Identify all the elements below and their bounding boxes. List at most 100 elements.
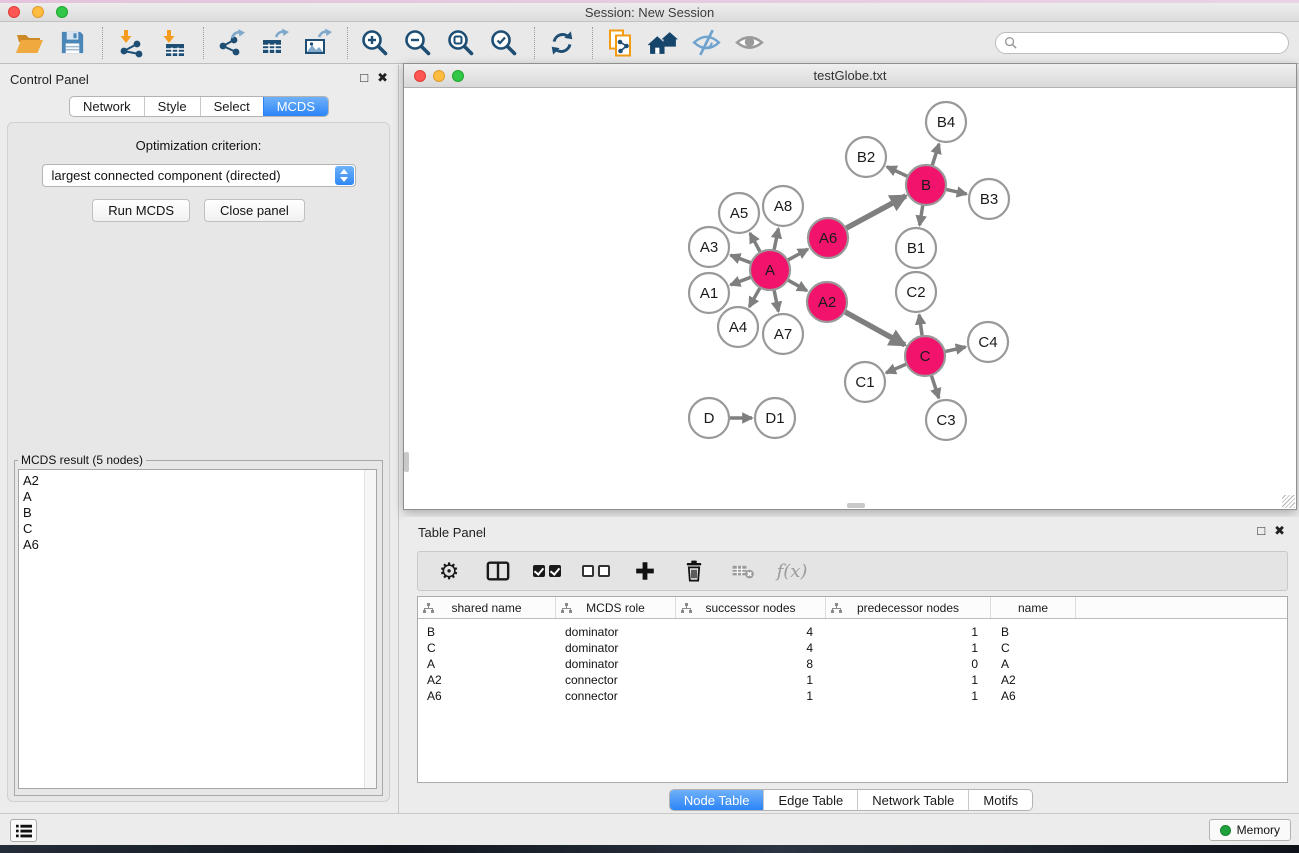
- graph-edge-C-C3[interactable]: [931, 375, 939, 398]
- session-title: Session: New Session: [0, 5, 1299, 20]
- list-scrollbar[interactable]: [364, 470, 376, 788]
- toolbar-separator: [347, 27, 348, 59]
- tab-network-table[interactable]: Network Table: [857, 790, 968, 810]
- table-cell: 0: [826, 657, 991, 671]
- mcds-result-item[interactable]: A2: [23, 473, 376, 489]
- graph-node-label: A7: [774, 326, 792, 343]
- table-row[interactable]: A2connector11A2: [418, 672, 1287, 688]
- function-builder-button[interactable]: f(x): [778, 557, 806, 585]
- mcds-result-item[interactable]: C: [23, 521, 376, 537]
- save-session-button[interactable]: [55, 26, 89, 60]
- zoom-selected-button[interactable]: [487, 26, 521, 60]
- graph-node-label: A3: [700, 239, 718, 256]
- mcds-result-item[interactable]: A: [23, 489, 376, 505]
- graph-edge-A-A1[interactable]: [731, 277, 752, 285]
- delete-column-button[interactable]: [680, 557, 708, 585]
- graph-edge-B-B3[interactable]: [946, 189, 967, 194]
- graph-edge-B-B1[interactable]: [920, 205, 923, 226]
- horizontal-scroll-thumb[interactable]: [847, 503, 865, 508]
- table-row[interactable]: Cdominator41C: [418, 640, 1287, 656]
- delete-table-button[interactable]: [729, 557, 757, 585]
- graph-edge-A-A3[interactable]: [731, 255, 752, 263]
- import-table-button[interactable]: [156, 26, 190, 60]
- zoom-fit-button[interactable]: [444, 26, 478, 60]
- search-field[interactable]: [995, 32, 1289, 54]
- zoom-out-icon: [403, 28, 433, 58]
- table-cell: dominator: [556, 625, 676, 639]
- column-header-shared-name[interactable]: shared name: [418, 597, 556, 618]
- vertical-scroll-thumb[interactable]: [404, 452, 409, 472]
- close-panel-button[interactable]: Close panel: [204, 199, 305, 222]
- tab-network[interactable]: Network: [70, 97, 144, 116]
- graph-edge-B-B2[interactable]: [887, 167, 908, 177]
- network-window-title: testGlobe.txt: [404, 68, 1296, 83]
- table-cell: C: [991, 641, 1076, 655]
- column-header-mcds-role[interactable]: MCDS role: [556, 597, 676, 618]
- open-session-button[interactable]: [12, 26, 46, 60]
- export-table-button[interactable]: [257, 26, 291, 60]
- export-image-button[interactable]: [300, 26, 334, 60]
- hide-details-button[interactable]: [689, 26, 723, 60]
- window-resize-grip[interactable]: [1282, 495, 1295, 508]
- deselect-all-button[interactable]: [582, 557, 610, 585]
- graph-edge-C-C1[interactable]: [886, 364, 907, 373]
- export-table-icon: [259, 28, 289, 58]
- memory-button[interactable]: Memory: [1209, 819, 1291, 841]
- network-from-file-button[interactable]: [603, 26, 637, 60]
- graph-edge-A2-C[interactable]: [845, 312, 905, 345]
- table-settings-button[interactable]: ⚙: [435, 557, 463, 585]
- tab-node-table[interactable]: Node Table: [670, 790, 764, 810]
- zoom-out-button[interactable]: [401, 26, 435, 60]
- close-panel-icon[interactable]: ✖: [377, 71, 388, 85]
- export-network-button[interactable]: [214, 26, 248, 60]
- column-header-predecessor-nodes[interactable]: predecessor nodes: [826, 597, 991, 618]
- graph-edge-C-C2[interactable]: [919, 315, 922, 336]
- tab-mcds[interactable]: MCDS: [263, 97, 328, 116]
- graph-edge-A6-B[interactable]: [846, 196, 906, 229]
- table-row[interactable]: Bdominator41B: [418, 624, 1287, 640]
- graph-node-label: B3: [980, 191, 998, 208]
- float-panel-icon[interactable]: □: [360, 71, 368, 85]
- run-mcds-button[interactable]: Run MCDS: [92, 199, 190, 222]
- home-button[interactable]: [646, 26, 680, 60]
- float-table-panel-icon[interactable]: □: [1257, 524, 1265, 538]
- mcds-result-list[interactable]: A2ABCA6: [18, 469, 377, 789]
- select-all-button[interactable]: [533, 557, 561, 585]
- tab-edge-table[interactable]: Edge Table: [763, 790, 857, 810]
- graph-edge-A-A4[interactable]: [749, 287, 760, 307]
- table-cell: 1: [826, 625, 991, 639]
- select-stepper-icon[interactable]: [335, 166, 354, 185]
- attribute-icon: [681, 603, 692, 614]
- refresh-button[interactable]: [545, 26, 579, 60]
- graph-edge-B-B4[interactable]: [932, 144, 939, 166]
- graph-edge-A-A5[interactable]: [750, 233, 760, 252]
- table-row[interactable]: A6connector11A6: [418, 688, 1287, 704]
- optimization-criterion-select[interactable]: largest connected component (directed): [42, 164, 356, 187]
- show-details-button[interactable]: [732, 26, 766, 60]
- graph-edge-A-A2[interactable]: [787, 280, 807, 291]
- column-header-successor-nodes[interactable]: successor nodes: [676, 597, 826, 618]
- column-header-name[interactable]: name: [991, 597, 1076, 618]
- split-view-button[interactable]: [484, 557, 512, 585]
- table-row[interactable]: Adominator80A: [418, 656, 1287, 672]
- task-history-button[interactable]: [10, 819, 37, 842]
- zoom-fit-icon: [446, 28, 476, 58]
- import-network-button[interactable]: [113, 26, 147, 60]
- graph-edge-A-A7[interactable]: [774, 290, 778, 312]
- table-cell: 1: [826, 689, 991, 703]
- graph-edge-A-A8[interactable]: [774, 229, 778, 251]
- close-table-panel-icon[interactable]: ✖: [1274, 524, 1285, 538]
- mcds-result-item[interactable]: B: [23, 505, 376, 521]
- table-cell: 4: [676, 625, 826, 639]
- network-canvas[interactable]: AA1A2A3A4A5A6A7A8BB1B2B3B4CC1C2C3C4DD1: [404, 89, 1296, 509]
- mcds-result-item[interactable]: A6: [23, 537, 376, 553]
- zoom-in-button[interactable]: [358, 26, 392, 60]
- search-input[interactable]: [1022, 36, 1280, 50]
- tab-motifs[interactable]: Motifs: [968, 790, 1032, 810]
- add-column-button[interactable]: [631, 557, 659, 585]
- tab-style[interactable]: Style: [144, 97, 200, 116]
- graph-edge-A-A6[interactable]: [788, 249, 808, 260]
- tab-select[interactable]: Select: [200, 97, 263, 116]
- graph-edge-C-C4[interactable]: [945, 347, 966, 352]
- import-network-icon: [115, 28, 145, 58]
